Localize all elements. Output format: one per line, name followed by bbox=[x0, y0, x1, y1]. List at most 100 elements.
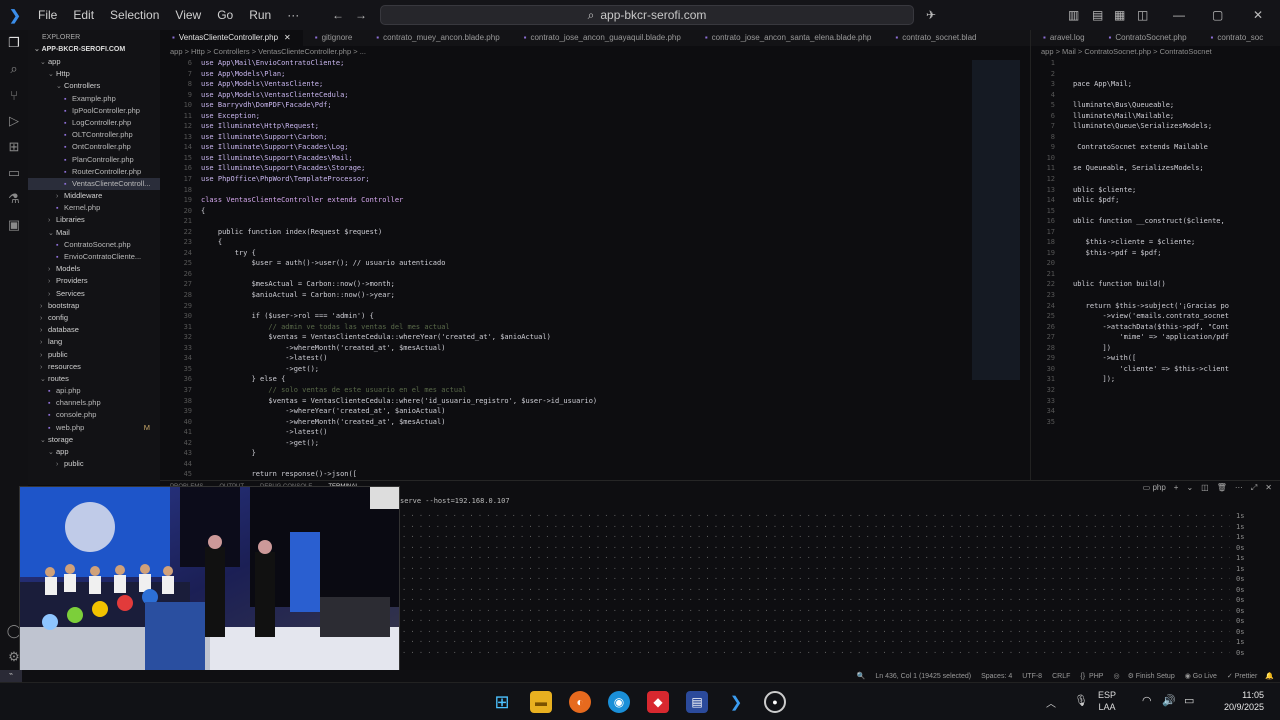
editor-tab[interactable]: ▪ VentasClienteController.php ✕ bbox=[160, 30, 303, 46]
folder-item[interactable]: ⌄ storage bbox=[28, 434, 160, 446]
notifications-bell-icon[interactable]: 🔔 bbox=[1265, 672, 1274, 680]
editor-tab[interactable]: ▪ contrato_soc bbox=[1199, 30, 1276, 46]
folder-item[interactable]: › config bbox=[28, 312, 160, 324]
command-center-search[interactable]: ⌕ app-bkcr-serofi.com bbox=[380, 5, 914, 25]
nav-forward-icon[interactable]: → bbox=[355, 8, 367, 22]
editor-tab[interactable]: ▪ contrato_muey_ancon.blade.php bbox=[364, 30, 511, 46]
menu-item[interactable]: Run bbox=[241, 8, 279, 22]
cursor-position[interactable]: Ln 436, Col 1 (19425 selected) bbox=[875, 673, 971, 680]
file-item[interactable]: ▪ api.php bbox=[28, 385, 160, 397]
editor-tab[interactable]: ▪ contrato_jose_ancon_guayaquil.blade.php bbox=[512, 30, 693, 46]
toggle-panel-icon[interactable]: ▤ bbox=[1092, 8, 1103, 22]
file-item[interactable]: ▪ VentasClienteControll... bbox=[28, 177, 160, 191]
run-debug-icon[interactable]: ▷ bbox=[0, 108, 28, 134]
file-item[interactable]: ▪ EnvioContratoCliente... bbox=[28, 251, 160, 263]
tray-chevron-up-icon[interactable]: ︿ bbox=[1046, 695, 1056, 710]
folder-item[interactable]: › database bbox=[28, 324, 160, 336]
menu-item[interactable]: View bbox=[167, 8, 209, 22]
file-item[interactable]: ▪ Example.php bbox=[28, 93, 160, 105]
anydesk-icon[interactable]: ◆ bbox=[647, 691, 669, 713]
folder-item[interactable]: ⌄ routes bbox=[28, 373, 160, 385]
folder-item[interactable]: ⌄ Controllers bbox=[28, 80, 160, 92]
code-area-secondary[interactable]: pace App\Mail; lluminate\Bus\Queueable; ll… bbox=[1073, 58, 1229, 427]
editor-tab[interactable]: ▪ aravel.log bbox=[1031, 30, 1097, 46]
wifi-icon[interactable]: ◠ bbox=[1142, 694, 1152, 707]
editor-tab[interactable]: ▪ ContratoSocnet.php bbox=[1097, 30, 1199, 46]
editor-tab[interactable]: ▪ gitignore bbox=[303, 30, 365, 46]
layout-icon[interactable]: ◫ bbox=[1137, 8, 1148, 22]
close-icon[interactable]: ✕ bbox=[1253, 8, 1263, 22]
microphone-icon[interactable]: 🎙 bbox=[1074, 694, 1088, 707]
clock[interactable]: 11:05 20/9/2025 bbox=[1212, 689, 1264, 713]
maximize-icon[interactable]: ▢ bbox=[1212, 8, 1223, 22]
end-of-line[interactable]: CRLF bbox=[1052, 673, 1070, 680]
folder-item[interactable]: › Models bbox=[28, 263, 160, 275]
folder-item[interactable]: ⌄ Mail bbox=[28, 227, 160, 239]
language-mode[interactable]: PHP bbox=[1089, 673, 1103, 680]
terminal-dropdown-icon[interactable]: ⌄ bbox=[1186, 483, 1193, 493]
terminal-shell-label[interactable]: ▭ php bbox=[1143, 483, 1166, 493]
menu-item[interactable]: Edit bbox=[65, 8, 102, 22]
file-item[interactable]: ▪ web.php M bbox=[28, 422, 160, 434]
minimap[interactable] bbox=[972, 60, 1020, 380]
folder-item[interactable]: ⌄ Http bbox=[28, 68, 160, 80]
testing-icon[interactable]: ⚗ bbox=[0, 186, 28, 212]
folder-item[interactable]: ⌄ app bbox=[28, 56, 160, 68]
go-live[interactable]: ◉ Go Live bbox=[1185, 672, 1217, 680]
maximize-panel-icon[interactable]: ⤢ bbox=[1251, 483, 1257, 493]
explorer-icon[interactable]: ❐ bbox=[0, 30, 28, 56]
volume-icon[interactable]: 🔊 bbox=[1162, 694, 1176, 707]
new-terminal-icon[interactable]: + bbox=[1174, 483, 1179, 493]
source-control-icon[interactable]: ⑂ bbox=[0, 82, 28, 108]
keyboard-language[interactable]: ESP LAA bbox=[1098, 689, 1116, 713]
file-item[interactable]: ▪ LogController.php bbox=[28, 117, 160, 129]
windows-start-icon[interactable]: ⊞ bbox=[491, 691, 513, 713]
docker-icon[interactable]: ▣ bbox=[0, 212, 28, 238]
kill-terminal-icon[interactable]: 🗑 bbox=[1217, 483, 1227, 493]
folder-item[interactable]: › Services bbox=[28, 288, 160, 300]
file-item[interactable]: ▪ console.php bbox=[28, 409, 160, 421]
video-overlay[interactable] bbox=[19, 486, 400, 678]
toggle-sidebar-icon[interactable]: ▥ bbox=[1068, 8, 1079, 22]
file-item[interactable]: ▪ Kernel.php bbox=[28, 202, 160, 214]
folder-item[interactable]: › Libraries bbox=[28, 214, 160, 226]
menu-item[interactable]: Go bbox=[209, 8, 241, 22]
file-item[interactable]: ▪ channels.php bbox=[28, 397, 160, 409]
folder-item[interactable]: › resources bbox=[28, 361, 160, 373]
file-explorer-icon[interactable]: ▬ bbox=[530, 691, 552, 713]
firefox-icon[interactable]: ◐ bbox=[569, 691, 591, 713]
file-item[interactable]: ▪ IpPoolController.php bbox=[28, 105, 160, 117]
folder-item[interactable]: › lang bbox=[28, 336, 160, 348]
remote-explorer-icon[interactable]: ▭ bbox=[0, 160, 28, 186]
close-panel-icon[interactable]: ✕ bbox=[1265, 483, 1272, 493]
editor-tab[interactable]: ▪ contrato_jose_ancon_santa_elena.blade.p… bbox=[693, 30, 884, 46]
folder-item[interactable]: ⌄ app bbox=[28, 446, 160, 458]
more-actions-icon[interactable]: ··· bbox=[1235, 483, 1243, 493]
workspace-root[interactable]: ⌄ APP-BKCR-SEROFI.COM bbox=[28, 44, 160, 56]
prettier[interactable]: ✓ Prettier bbox=[1227, 672, 1257, 680]
menu-item[interactable]: ··· bbox=[279, 8, 307, 22]
remote-indicator-icon[interactable]: ⌁ bbox=[0, 670, 22, 682]
chrome-icon[interactable]: ● bbox=[764, 691, 786, 713]
folder-item[interactable]: › public bbox=[28, 349, 160, 361]
minimize-icon[interactable]: — bbox=[1173, 8, 1185, 22]
braces-icon[interactable]: {} bbox=[1080, 673, 1085, 680]
encoding[interactable]: UTF-8 bbox=[1022, 673, 1042, 680]
nav-back-icon[interactable]: ← bbox=[332, 8, 344, 22]
folder-item[interactable]: › bootstrap bbox=[28, 300, 160, 312]
tab-close-icon[interactable]: ✕ bbox=[284, 33, 291, 42]
folder-item[interactable]: › public bbox=[28, 458, 160, 470]
split-terminal-icon[interactable]: ◫ bbox=[1201, 483, 1209, 493]
finish-setup[interactable]: ⚙ Finish Setup bbox=[1128, 672, 1175, 680]
file-item[interactable]: ▪ PlanController.php bbox=[28, 154, 160, 166]
zoom-icon[interactable]: 🔍 bbox=[857, 672, 866, 680]
file-item[interactable]: ▪ RouterController.php bbox=[28, 166, 160, 178]
folder-item[interactable]: › Middleware bbox=[28, 190, 160, 202]
edge-icon[interactable]: ◉ bbox=[608, 691, 630, 713]
toggle-secondary-sidebar-icon[interactable]: ▦ bbox=[1114, 8, 1125, 22]
copilot-icon[interactable]: ✈ bbox=[926, 8, 936, 22]
indentation[interactable]: Spaces: 4 bbox=[981, 673, 1012, 680]
file-item[interactable]: ▪ OntController.php bbox=[28, 141, 160, 153]
folder-item[interactable]: › Providers bbox=[28, 275, 160, 287]
menu-item[interactable]: Selection bbox=[102, 8, 167, 22]
